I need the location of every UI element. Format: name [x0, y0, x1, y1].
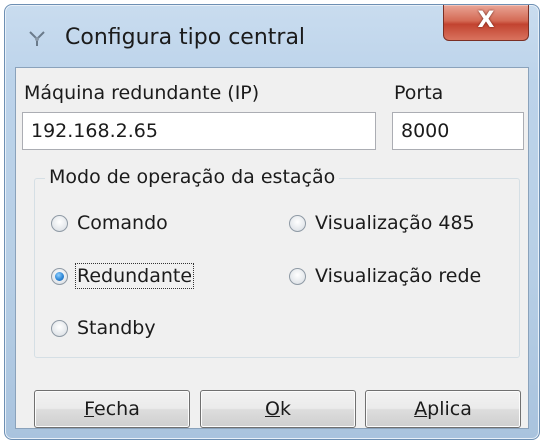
- title-bar[interactable]: Configura tipo central X: [5, 5, 539, 67]
- close-window-button[interactable]: X: [443, 5, 529, 41]
- mnemonic-a: A: [414, 398, 428, 420]
- dialog-client-area: Máquina redundante (IP) 192.168.2.65 Por…: [15, 67, 529, 429]
- radio-label: Standby: [77, 317, 156, 339]
- radio-redundante[interactable]: Redundante: [51, 263, 195, 289]
- fecha-label: echa: [94, 398, 140, 420]
- operation-mode-group: Modo de operação da estação Comando Visu…: [34, 166, 520, 358]
- dialog-window: Configura tipo central X Máquina redunda…: [4, 4, 540, 440]
- radio-comando[interactable]: Comando: [51, 212, 168, 234]
- radio-label: Visualização 485: [315, 212, 475, 234]
- ok-label: k: [279, 398, 291, 420]
- app-icon: [29, 31, 45, 46]
- radio-button-selected-icon: [51, 267, 68, 285]
- mnemonic-f: F: [84, 398, 95, 420]
- mnemonic-o: O: [265, 398, 280, 420]
- ip-label: Máquina redundante (IP): [24, 82, 260, 104]
- radio-visualizacao-rede[interactable]: Visualização rede: [289, 265, 481, 287]
- close-icon: X: [477, 8, 495, 33]
- radio-standby[interactable]: Standby: [51, 317, 156, 339]
- radio-button-icon: [289, 267, 306, 285]
- operation-mode-title: Modo de operação da estação: [45, 166, 340, 188]
- radio-visualizacao-485[interactable]: Visualização 485: [289, 212, 475, 234]
- radio-label: Visualização rede: [315, 265, 482, 287]
- radio-button-icon: [289, 214, 306, 232]
- port-label: Porta: [394, 82, 444, 104]
- radio-label: Comando: [77, 212, 168, 234]
- radio-button-icon: [51, 214, 68, 232]
- aplica-button[interactable]: Aplica: [365, 390, 521, 428]
- ip-input[interactable]: 192.168.2.65: [22, 112, 376, 150]
- fecha-button[interactable]: Fecha: [34, 390, 190, 428]
- aplica-label: plica: [427, 398, 472, 420]
- port-input[interactable]: 8000: [392, 112, 524, 150]
- radio-button-icon: [51, 319, 68, 337]
- radio-label: Redundante: [74, 263, 195, 289]
- ok-button[interactable]: Ok: [200, 390, 356, 428]
- window-title: Configura tipo central: [65, 25, 306, 50]
